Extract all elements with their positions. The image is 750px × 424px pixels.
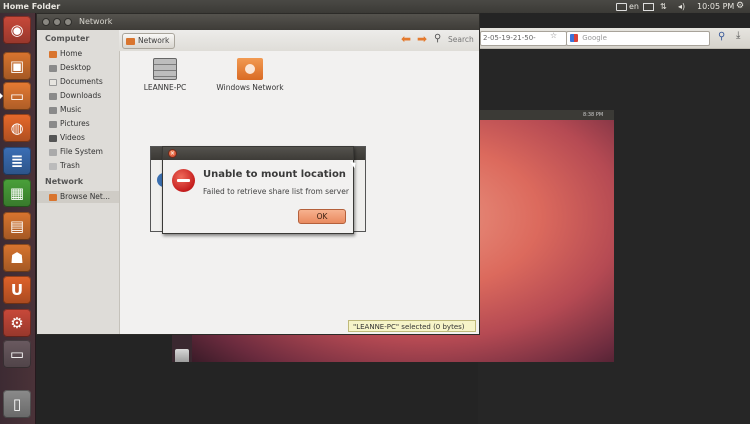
dialog-title: Unable to mount location — [203, 169, 346, 180]
vm-clock: 8:38 PM — [583, 112, 604, 118]
sidebar-item-home[interactable]: Home — [49, 48, 117, 60]
network-icon — [49, 193, 57, 201]
home-icon — [49, 50, 57, 58]
calc-icon[interactable]: ▦ — [3, 179, 31, 207]
file-item-leanne-pc[interactable]: LEANNE-PC — [140, 58, 190, 92]
sidebar-item-pictures[interactable]: Pictures — [49, 118, 117, 130]
search-icon[interactable]: ⚲ — [718, 31, 725, 42]
vm-trash-icon[interactable] — [175, 349, 189, 362]
sidebar-item-browse-network[interactable]: Browse Net... — [37, 191, 119, 203]
launcher: ◉ ▣ ▭ ◍ ≣ ▦ ▤ ☗ U ⚙ ▭ ▯ — [0, 13, 36, 424]
software-center-icon[interactable]: ▣ — [3, 52, 31, 80]
mail-icon[interactable] — [643, 0, 654, 13]
network-folder-icon — [237, 58, 263, 80]
settings-icon[interactable]: ⚙ — [3, 309, 31, 337]
clock[interactable]: 10:05 PM — [697, 0, 734, 13]
ubuntu-dash-icon[interactable]: ◉ — [3, 16, 31, 44]
pictures-icon — [49, 120, 57, 128]
url-text: 2-05-19-21-50- — [483, 34, 536, 42]
network-icon[interactable]: ⇅ — [660, 0, 667, 13]
dialog-titlebar[interactable]: × — [163, 147, 353, 160]
sidebar-item-trash[interactable]: Trash — [49, 160, 117, 172]
ubuntu-one-icon[interactable]: U — [3, 276, 31, 304]
downloads-icon — [49, 92, 57, 100]
star-icon[interactable]: ☆ — [550, 31, 557, 40]
google-logo-icon — [570, 34, 578, 42]
browser-toolbar: 2-05-19-21-50- ☆ Google ⚲ ⤓ — [478, 28, 750, 49]
close-icon[interactable]: × — [168, 149, 177, 158]
server-icon — [153, 58, 177, 80]
top-panel: Home Folder en ⇅ ◂) 10:05 PM ⚙ — [0, 0, 750, 13]
sidebar-header-network: Network — [45, 177, 84, 186]
keyboard-indicator[interactable]: en — [616, 0, 639, 13]
status-text: "LEANNE-PC" selected (0 bytes) — [353, 323, 465, 331]
files-icon[interactable]: ▭ — [0, 82, 31, 110]
gear-icon[interactable]: ⚙ — [736, 0, 744, 13]
path-button-network[interactable]: Network — [122, 33, 176, 49]
window-title: Network — [79, 17, 113, 26]
file-label: Windows Network — [216, 83, 284, 92]
search-icon[interactable]: ⚲ — [434, 33, 441, 44]
minimize-icon[interactable] — [53, 18, 61, 26]
error-dialog: × Unable to mount location Failed to ret… — [162, 146, 354, 234]
search-placeholder: Google — [582, 34, 607, 42]
search-bar[interactable]: Google — [566, 31, 710, 46]
file-label: LEANNE-PC — [143, 83, 187, 92]
close-icon[interactable] — [42, 18, 50, 26]
documents-icon — [49, 78, 57, 86]
status-bar: "LEANNE-PC" selected (0 bytes) — [348, 320, 476, 332]
sidebar-item-downloads[interactable]: Downloads — [49, 90, 117, 102]
app-title: Home Folder — [3, 2, 61, 11]
file-manager-toolbar: Network ⬅ ➡ ⚲ Search — [119, 30, 479, 52]
ubuntu-software-icon[interactable]: ☗ — [3, 244, 31, 272]
firefox-icon[interactable]: ◍ — [3, 114, 31, 142]
sidebar-header-computer: Computer — [45, 34, 90, 43]
sidebar-item-videos[interactable]: Videos — [49, 132, 117, 144]
dialog-message: Failed to retrieve share list from serve… — [203, 187, 349, 196]
volume-icon[interactable]: ◂) — [678, 0, 685, 13]
back-arrow-icon[interactable]: ⬅ — [401, 32, 411, 46]
sidebar-item-music[interactable]: Music — [49, 104, 117, 116]
music-icon — [49, 106, 57, 114]
drive-icon — [49, 148, 57, 156]
places-sidebar: Computer Home Desktop Documents Download… — [37, 30, 120, 334]
desktop-icon — [49, 64, 57, 72]
search-button-label[interactable]: Search — [448, 35, 474, 44]
window-titlebar[interactable]: Network — [37, 14, 479, 30]
impress-icon[interactable]: ▤ — [3, 212, 31, 240]
keyboard-layout-label: en — [629, 2, 639, 11]
ok-button[interactable]: OK — [298, 209, 346, 224]
workspace-icon[interactable]: ▭ — [3, 340, 31, 368]
sidebar-item-desktop[interactable]: Desktop — [49, 62, 117, 74]
clock-label: 10:05 PM — [697, 2, 735, 11]
network-folder-icon — [126, 37, 135, 45]
writer-icon[interactable]: ≣ — [3, 147, 31, 175]
sidebar-item-documents[interactable]: Documents — [49, 76, 117, 88]
sidebar-item-file-system[interactable]: File System — [49, 146, 117, 158]
videos-icon — [49, 134, 57, 142]
error-icon — [172, 169, 195, 192]
bookmarks-icon[interactable]: ⤓ — [736, 30, 740, 41]
keyboard-icon — [616, 2, 627, 11]
maximize-icon[interactable] — [64, 18, 72, 26]
trash-icon[interactable]: ▯ — [3, 390, 31, 418]
trash-icon — [49, 162, 57, 170]
file-item-windows-network[interactable]: Windows Network — [210, 58, 290, 92]
forward-arrow-icon[interactable]: ➡ — [417, 32, 427, 46]
